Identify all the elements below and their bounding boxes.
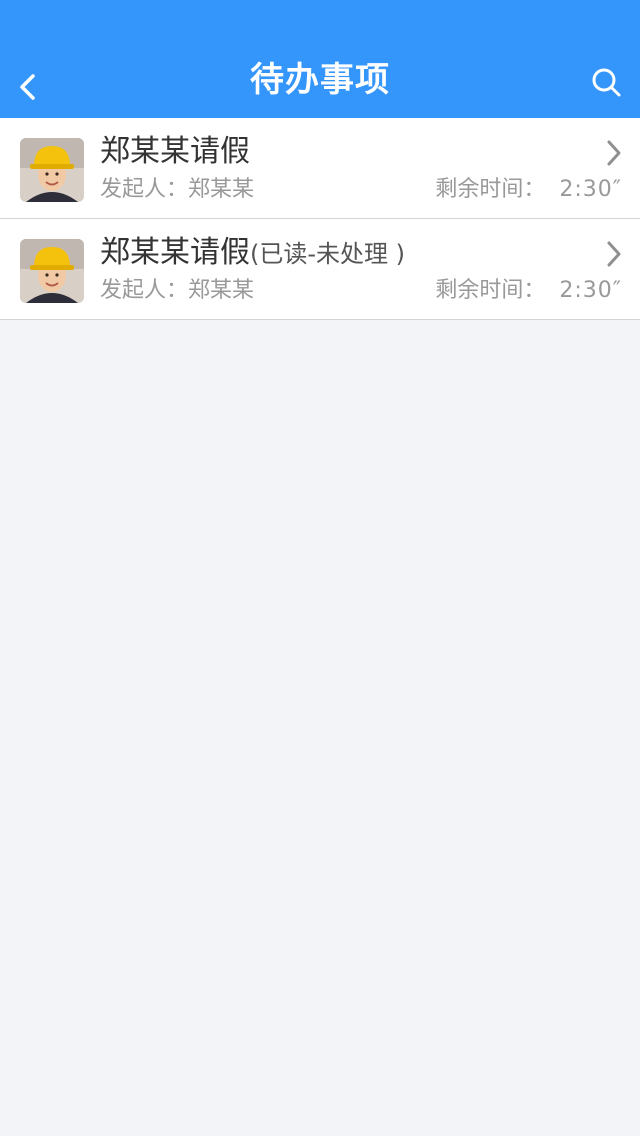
list-item[interactable]: 郑某某请假 发起人：郑某某 剩余时间： 2:30″ xyxy=(0,118,640,219)
item-name: 郑某某请假 xyxy=(100,235,250,270)
search-button[interactable] xyxy=(584,60,630,106)
item-title: 郑某某请假 xyxy=(100,132,250,173)
search-icon xyxy=(592,68,621,97)
todo-list: 郑某某请假 发起人：郑某某 剩余时间： 2:30″ 郑某某请假(已读-未处理)… xyxy=(0,118,640,320)
list-item[interactable]: 郑某某请假(已读-未处理 ) 发起人：郑某某 剩余时间： 2:30″ xyxy=(0,219,640,320)
remaining-label: 剩余时间： xyxy=(435,177,546,202)
item-initiator: 发起人：郑某某 xyxy=(100,177,255,202)
avatar xyxy=(20,239,84,303)
app-header: 待办事项 xyxy=(0,0,640,118)
item-remaining-time: 剩余时间： 2:30″ xyxy=(435,275,622,307)
item-name: 郑某某请假 xyxy=(100,134,250,169)
chevron-right-icon xyxy=(607,241,621,267)
page-title: 待办事项 xyxy=(250,60,390,100)
remaining-label: 剩余时间： xyxy=(435,278,546,303)
item-status: (已读-未处理 ) xyxy=(250,240,406,268)
item-initiator: 发起人：郑某某 xyxy=(100,278,255,303)
remaining-value: 2:30″ xyxy=(559,177,622,202)
chevron-right-icon xyxy=(607,140,621,166)
avatar xyxy=(20,138,84,202)
item-remaining-time: 剩余时间： 2:30″ xyxy=(435,174,622,206)
item-title: 郑某某请假(已读-未处理 ) xyxy=(100,233,405,274)
remaining-value: 2:30″ xyxy=(559,278,622,303)
